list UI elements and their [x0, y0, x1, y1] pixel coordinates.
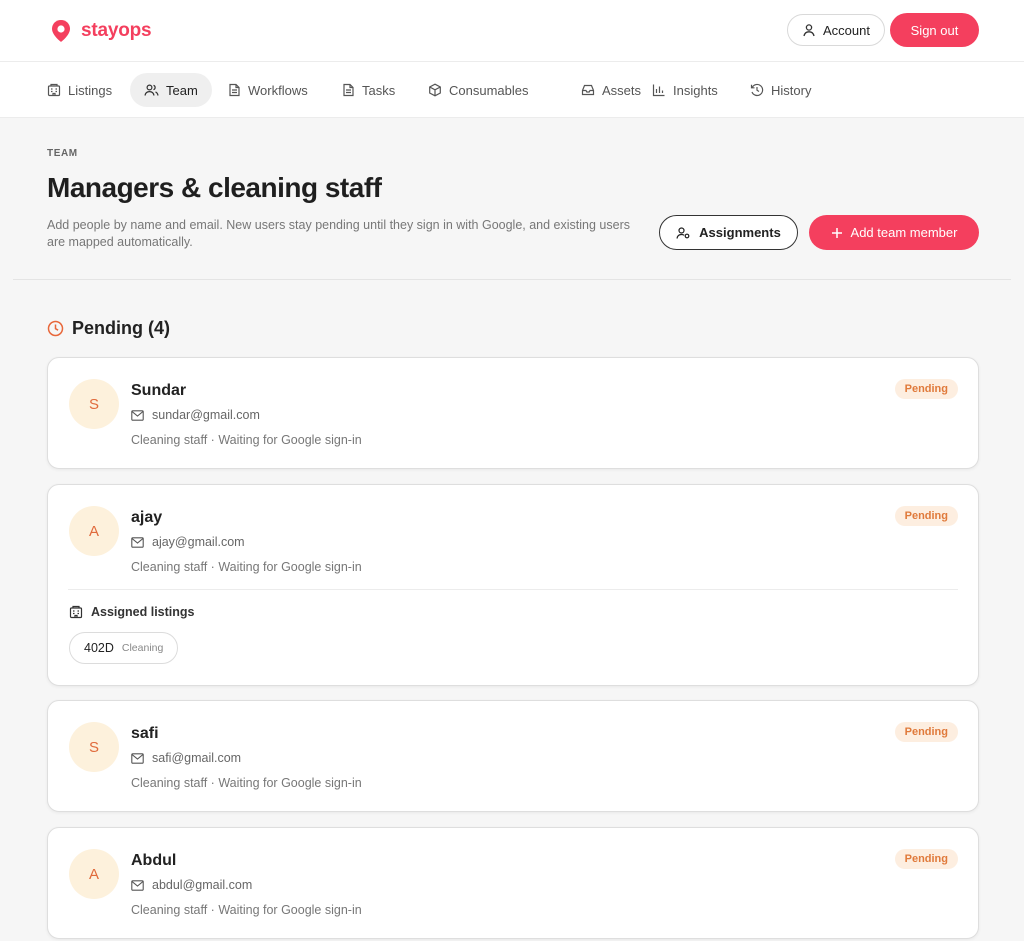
member-name: Sundar	[131, 382, 187, 399]
user-icon	[802, 23, 816, 37]
nav-item-label: Tasks	[362, 82, 396, 98]
member-card[interactable]: S safi safi@gmail.com Cleaning staff · W…	[47, 700, 979, 812]
page-description: Add people by name and email. New users …	[47, 218, 630, 249]
member-meta: Cleaning staff · Waiting for Google sign…	[131, 903, 362, 917]
assigned-listing-chip[interactable]: 402D Cleaning	[69, 632, 179, 664]
nav-item-team[interactable]: Team	[130, 73, 212, 107]
member-meta: Cleaning staff · Waiting for Google sign…	[131, 776, 362, 790]
member-card[interactable]: A ajay ajay@gmail.com Cleaning staff · W…	[47, 484, 979, 686]
document-icon	[228, 83, 241, 97]
bar-chart-icon	[652, 83, 666, 97]
avatar: S	[69, 722, 119, 772]
nav-item-label: Listings	[68, 82, 113, 98]
assigned-listings-header: Assigned listings	[69, 605, 195, 619]
listing-role: Cleaning	[121, 642, 164, 654]
users-icon	[144, 83, 159, 97]
mail-icon	[131, 409, 144, 421]
member-name: Abdul	[131, 852, 177, 869]
document-icon	[342, 83, 355, 97]
card-divider	[68, 589, 958, 590]
building-icon	[69, 605, 83, 619]
add-team-member-label: Add team member	[850, 225, 958, 240]
mail-icon	[131, 536, 144, 548]
member-card[interactable]: A Abdul abdul@gmail.com Cleaning staff ·…	[47, 827, 979, 939]
avatar: S	[69, 379, 119, 429]
member-meta: Cleaning staff · Waiting for Google sign…	[131, 433, 362, 447]
assignments-label: Assignments	[699, 225, 781, 240]
page-eyebrow: TEAM	[47, 148, 78, 159]
avatar: A	[69, 849, 119, 899]
history-icon	[750, 83, 764, 97]
member-email-row: abdul@gmail.com	[131, 878, 252, 892]
member-email: abdul@gmail.com	[152, 878, 253, 892]
brand[interactable]: stayops	[50, 19, 152, 43]
status-badge: Pending	[894, 722, 958, 742]
member-name: safi	[131, 725, 159, 742]
nav-item-consumables[interactable]: Consumables	[414, 73, 543, 107]
nav-item-label: Assets	[602, 82, 642, 98]
pending-section-title: Pending (4)	[72, 318, 170, 338]
nav-item-label: Insights	[673, 82, 718, 98]
status-badge: Pending	[894, 849, 958, 869]
pending-section-header: Pending (4)	[47, 318, 170, 339]
page-title: Managers & cleaning staff	[47, 172, 382, 203]
member-email-row: ajay@gmail.com	[131, 535, 245, 549]
member-email: sundar@gmail.com	[152, 408, 260, 422]
member-email-row: safi@gmail.com	[131, 751, 241, 765]
nav-item-tasks[interactable]: Tasks	[328, 73, 409, 107]
avatar: A	[69, 506, 119, 556]
brand-name: stayops	[81, 20, 152, 41]
member-name: ajay	[131, 509, 163, 526]
divider	[13, 279, 1011, 280]
location-pin-icon	[50, 19, 72, 43]
nav-item-label: Consumables	[449, 82, 529, 98]
status-badge: Pending	[894, 379, 958, 399]
nav-item-listings[interactable]: Listings	[33, 73, 126, 107]
account-label: Account	[823, 22, 870, 38]
nav-item-label: Workflows	[248, 82, 308, 98]
member-meta: Cleaning staff · Waiting for Google sign…	[131, 560, 362, 574]
member-email-row: sundar@gmail.com	[131, 408, 260, 422]
box-icon	[428, 83, 442, 97]
plus-icon	[831, 227, 843, 239]
user-settings-icon	[676, 226, 691, 240]
nav-item-label: Team	[166, 82, 198, 98]
sign-out-button[interactable]: Sign out	[890, 13, 979, 47]
assigned-listings-title: Assigned listings	[91, 605, 195, 619]
building-icon	[47, 83, 61, 97]
member-email: safi@gmail.com	[152, 751, 242, 765]
member-email: ajay@gmail.com	[152, 535, 245, 549]
top-bar: stayops Account Sign out	[0, 0, 1024, 62]
mail-icon	[131, 752, 144, 764]
nav-item-workflows[interactable]: Workflows	[214, 73, 322, 107]
assignments-button[interactable]: Assignments	[659, 215, 798, 250]
clock-icon	[47, 320, 64, 337]
nav-item-history[interactable]: History	[736, 73, 825, 107]
nav-item-insights[interactable]: Insights	[638, 73, 732, 107]
inbox-icon	[581, 83, 595, 97]
account-button[interactable]: Account	[787, 14, 885, 46]
status-badge: Pending	[894, 506, 958, 526]
nav-item-label: History	[771, 82, 812, 98]
listing-code: 402D	[84, 641, 114, 655]
member-card[interactable]: S Sundar sundar@gmail.com Cleaning staff…	[47, 357, 979, 469]
main-nav: Listings Team Workflows Tasks Consumable…	[0, 62, 1024, 118]
add-team-member-button[interactable]: Add team member	[809, 215, 979, 250]
mail-icon	[131, 879, 144, 891]
